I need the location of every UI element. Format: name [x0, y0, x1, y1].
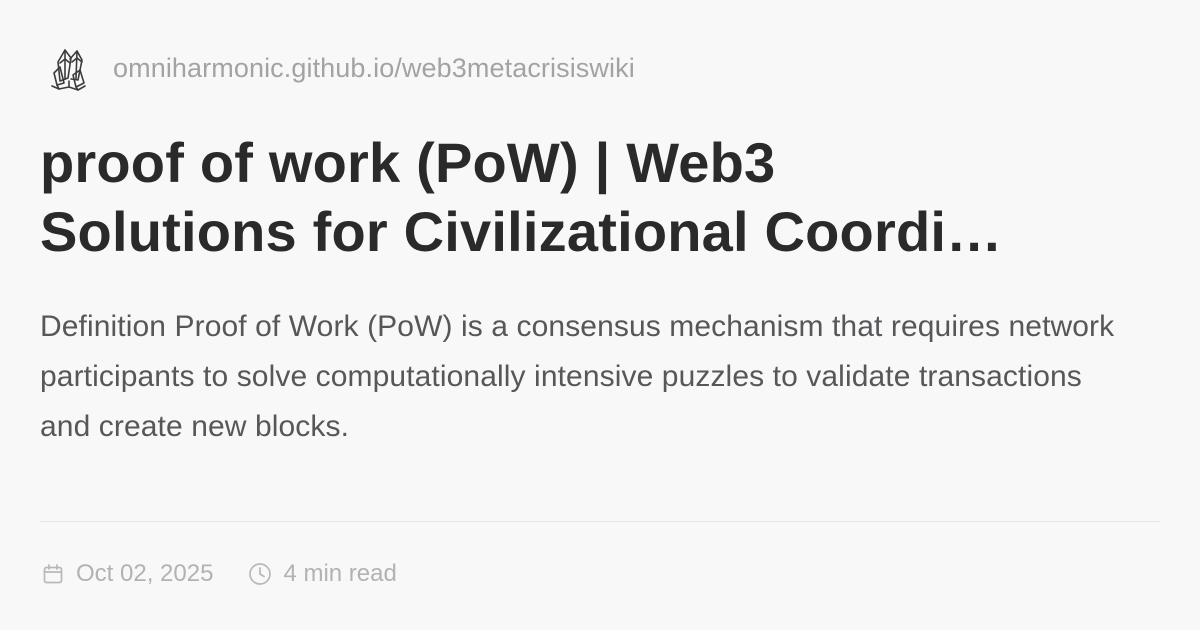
site-url[interactable]: omniharmonic.github.io/web3metacrisiswik…: [113, 53, 635, 84]
site-header: omniharmonic.github.io/web3metacrisiswik…: [48, 42, 635, 94]
publish-date: Oct 02, 2025: [40, 560, 213, 588]
read-time: 4 min read: [247, 560, 397, 588]
crystal-cluster-logo-icon: [48, 42, 88, 94]
article-meta: Oct 02, 2025 4 min read: [40, 556, 397, 592]
publish-date-text: Oct 02, 2025: [76, 560, 214, 587]
social-preview-card: omniharmonic.github.io/web3metacrisiswik…: [40, 0, 1160, 630]
calendar-icon: [40, 561, 66, 587]
page-title-line-2: Solutions for Civilizational Coordi…: [40, 200, 1003, 263]
page-title: proof of work (PoW) | Web3 Solutions for…: [40, 128, 1150, 266]
clock-icon: [247, 561, 273, 587]
read-time-text: 4 min read: [283, 560, 397, 587]
page-description: Definition Proof of Work (PoW) is a cons…: [40, 310, 1115, 443]
page-title-line-1: proof of work (PoW) | Web3: [40, 131, 776, 194]
meta-divider: [40, 521, 1160, 522]
